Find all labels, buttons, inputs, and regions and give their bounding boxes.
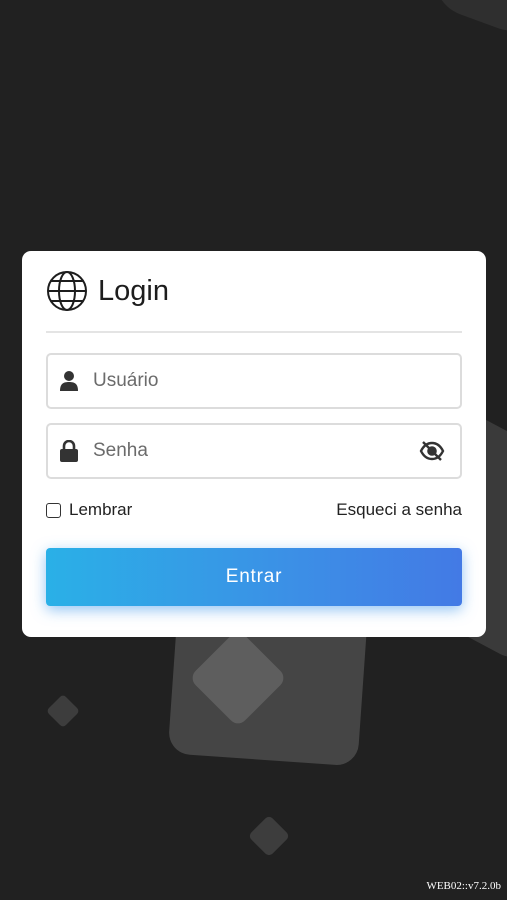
globe-icon (46, 270, 88, 312)
login-header: Login (46, 251, 462, 333)
background-shape (247, 814, 291, 858)
remember-label: Lembrar (69, 500, 133, 519)
login-options: Lembrar Esqueci a senha (46, 500, 462, 520)
username-field[interactable] (46, 353, 462, 409)
password-field[interactable] (46, 423, 462, 479)
page-title: Login (98, 274, 169, 307)
checkbox-box[interactable] (46, 502, 61, 518)
user-icon (59, 370, 79, 392)
login-card: Login Lembrar (22, 251, 486, 637)
remember-checkbox[interactable]: Lembrar (46, 500, 132, 520)
eye-slash-icon[interactable] (418, 437, 446, 465)
login-button[interactable]: Entrar (46, 548, 462, 606)
password-input[interactable] (93, 440, 418, 462)
forgot-password-link[interactable]: Esqueci a senha (336, 500, 462, 520)
version-label: WEB02::v7.2.0b (426, 880, 501, 892)
background-shape (46, 694, 80, 728)
lock-icon (59, 440, 79, 462)
username-input[interactable] (93, 370, 460, 392)
background-shape (423, 0, 507, 42)
